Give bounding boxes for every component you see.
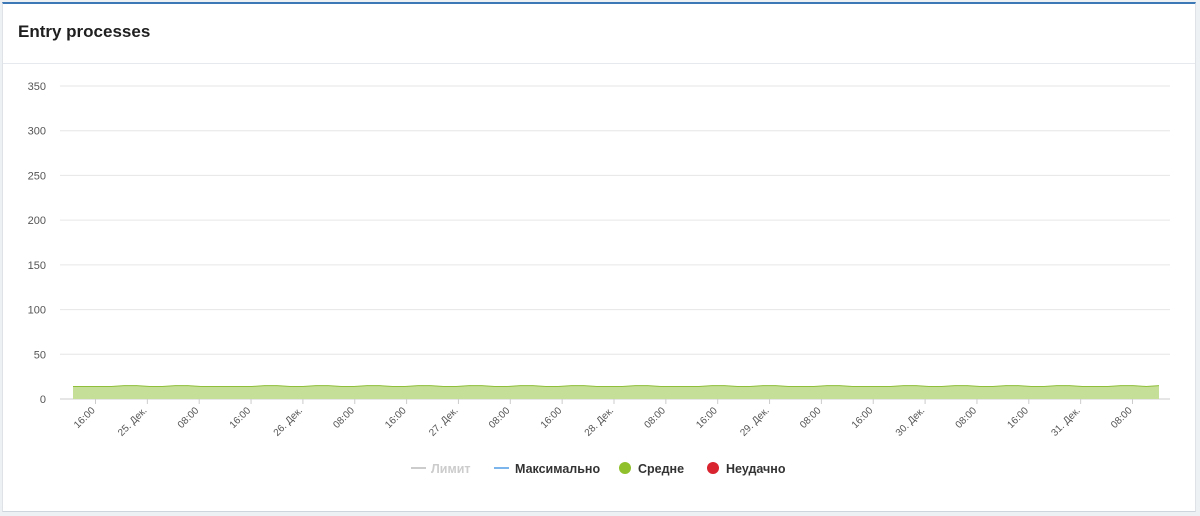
x-tick-label: 08:00 bbox=[954, 405, 980, 431]
x-tick-label: 26. Дек. bbox=[272, 405, 305, 438]
legend-item-avg[interactable]: Средне bbox=[619, 462, 684, 476]
legend-item-limit[interactable]: Лимит bbox=[411, 462, 471, 476]
x-tick-label: 27. Дек. bbox=[427, 405, 460, 438]
x-tick-label: 16:00 bbox=[228, 405, 254, 431]
legend: Лимит Максимально Средне Неудачно bbox=[411, 462, 786, 476]
x-tick-label: 08:00 bbox=[642, 405, 668, 431]
legend-item-fail[interactable]: Неудачно bbox=[707, 462, 786, 476]
legend-fail-label: Неудачно bbox=[726, 462, 786, 476]
y-tick-label: 150 bbox=[28, 260, 46, 272]
x-tick-label: 08:00 bbox=[487, 405, 513, 431]
y-tick-label: 300 bbox=[28, 126, 46, 138]
legend-avg-dot bbox=[619, 462, 631, 474]
x-tick-label: 08:00 bbox=[331, 405, 357, 431]
x-tick-label: 25. Дек. bbox=[116, 405, 149, 438]
legend-max-label: Максимально bbox=[515, 462, 600, 476]
x-tick-label: 08:00 bbox=[1109, 405, 1135, 431]
y-axis: 0 50 100 150 200 250 300 350 bbox=[28, 81, 46, 406]
plot-area bbox=[73, 385, 1160, 399]
x-tick-label: 16:00 bbox=[850, 405, 876, 431]
x-tick-label: 31. Дек. bbox=[1049, 405, 1082, 438]
x-tick-label: 08:00 bbox=[798, 405, 824, 431]
x-axis: 16:00 25. Дек. 08:00 16:00 26. Дек. 08:00 16:0… bbox=[72, 399, 1135, 439]
legend-avg-label: Средне bbox=[638, 462, 684, 476]
y-tick-label: 50 bbox=[34, 349, 46, 361]
x-tick-label: 16:00 bbox=[72, 405, 98, 431]
x-tick-label: 16:00 bbox=[1005, 405, 1031, 431]
x-tick-label: 16:00 bbox=[694, 405, 720, 431]
legend-fail-dot bbox=[707, 462, 719, 474]
y-tick-label: 100 bbox=[28, 305, 46, 317]
y-tick-label: 200 bbox=[28, 215, 46, 227]
legend-limit-label: Лимит bbox=[431, 462, 471, 476]
x-tick-label: 16:00 bbox=[539, 405, 565, 431]
x-tick-label: 16:00 bbox=[383, 405, 409, 431]
y-tick-label: 0 bbox=[40, 394, 46, 406]
x-tick-label: 28. Дек. bbox=[583, 405, 616, 438]
y-tick-label: 350 bbox=[28, 81, 46, 93]
series-avg-area bbox=[73, 385, 1159, 399]
x-tick-label: 30. Дек. bbox=[894, 405, 927, 438]
entry-processes-chart: 0 50 100 150 200 250 300 350 16:00 25. Дек. 08:00… bbox=[28, 81, 1170, 476]
x-tick-label: 08:00 bbox=[176, 405, 202, 431]
x-tick-label: 29. Дек. bbox=[738, 405, 771, 438]
grid-lines bbox=[60, 85, 1170, 400]
series-avg-line bbox=[73, 385, 1160, 388]
y-tick-label: 250 bbox=[28, 170, 46, 182]
legend-item-max[interactable]: Максимально bbox=[494, 462, 600, 476]
